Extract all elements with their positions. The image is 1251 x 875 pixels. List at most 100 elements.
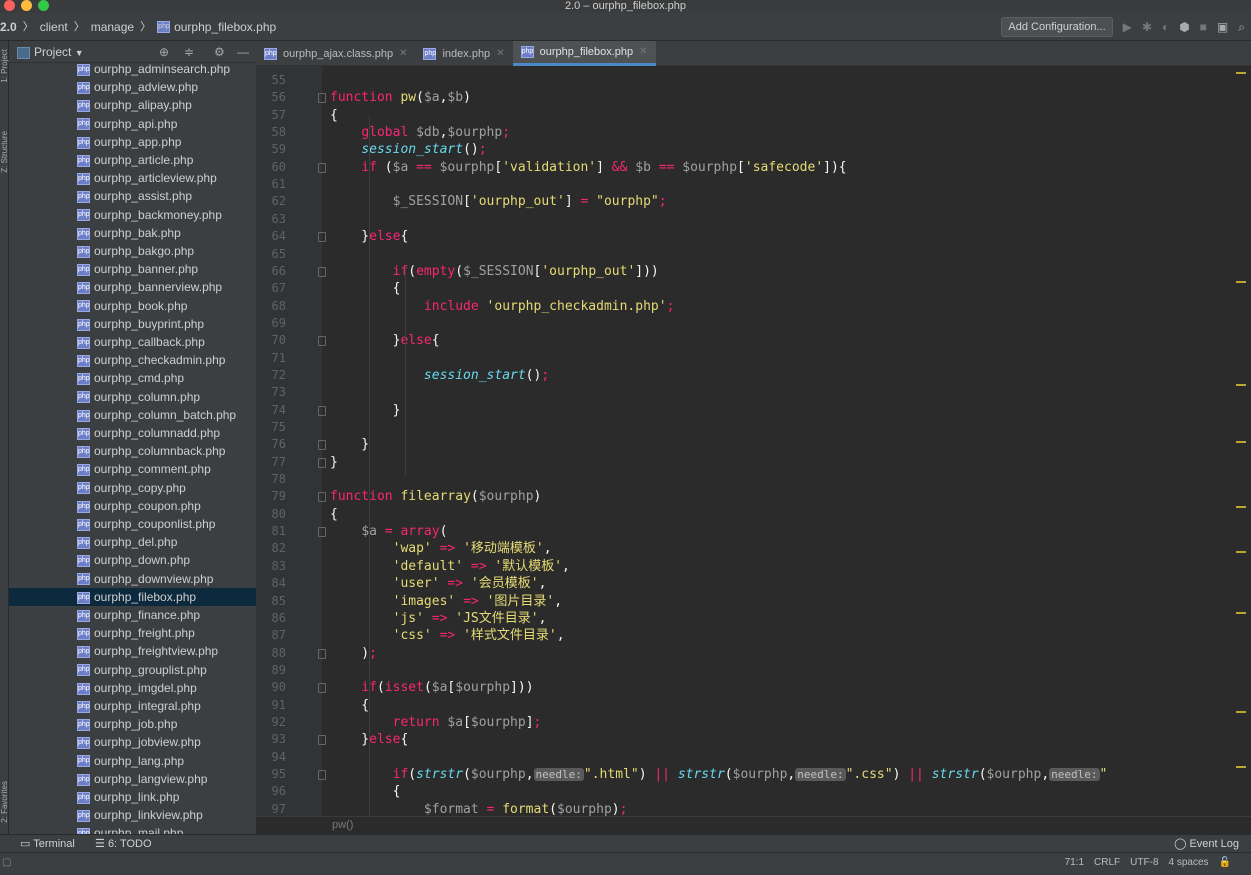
tab-ourphp_filebox-php[interactable]: php ourphp_filebox.php ✕ — [512, 40, 656, 66]
code-line[interactable]: 64 }else{ — [256, 228, 1251, 245]
code-line[interactable]: 57 { — [256, 107, 1251, 124]
tree-item[interactable]: php ourphp_integral.php — [9, 697, 256, 715]
tree-item[interactable]: php ourphp_assist.php — [9, 187, 256, 205]
fold-marker-icon[interactable] — [318, 440, 326, 451]
coverage-icon[interactable]: ◐ — [1162, 13, 1169, 41]
tree-item[interactable]: php ourphp_bannerview.php — [9, 278, 256, 296]
code-line[interactable]: 93 }else{ — [256, 731, 1251, 748]
tree-item[interactable]: php ourphp_callback.php — [9, 333, 256, 351]
code-line[interactable]: 65 — [256, 246, 1251, 263]
tree-item[interactable]: php ourphp_couponlist.php — [9, 515, 256, 533]
minimize-window-button[interactable] — [21, 0, 32, 11]
scrollbar-marker[interactable] — [1236, 711, 1246, 713]
tree-item[interactable]: php ourphp_downview.php — [9, 570, 256, 588]
project-tool-tab[interactable]: 1: Project — [0, 49, 9, 83]
caret-position[interactable]: 71:1 — [1065, 853, 1084, 873]
code-line[interactable]: 60 if ($a == $ourphp['validation'] && $b… — [256, 159, 1251, 176]
tree-item[interactable]: php ourphp_banner.php — [9, 260, 256, 278]
debug-icon[interactable]: ✱ — [1142, 13, 1152, 41]
tree-item[interactable]: php ourphp_grouplist.php — [9, 661, 256, 679]
code-line[interactable]: 84 'user' => '会员模板', — [256, 575, 1251, 592]
indent-setting[interactable]: 4 spaces — [1169, 853, 1209, 873]
code-line[interactable]: 94 — [256, 749, 1251, 766]
tree-item[interactable]: php ourphp_article.php — [9, 151, 256, 169]
code-line[interactable]: 81 $a = array( — [256, 523, 1251, 540]
function-breadcrumb[interactable]: pw() — [256, 816, 1251, 834]
tree-item[interactable]: php ourphp_comment.php — [9, 460, 256, 478]
code-line[interactable]: 86 'js' => 'JS文件目录', — [256, 610, 1251, 627]
lock-icon[interactable]: 🔓 — [1219, 853, 1231, 873]
terminal-tool-button[interactable]: ▭ Terminal — [20, 835, 75, 853]
tree-item[interactable]: php ourphp_app.php — [9, 133, 256, 151]
tree-item[interactable]: php ourphp_coupon.php — [9, 497, 256, 515]
fold-marker-icon[interactable] — [318, 457, 326, 468]
scrollbar-marker[interactable] — [1236, 506, 1246, 508]
favorites-tool-tab[interactable]: 2: Favorites — [0, 781, 9, 823]
profile-icon[interactable]: ⬢ — [1179, 13, 1189, 41]
code-line[interactable]: 63 — [256, 211, 1251, 228]
fold-marker-icon[interactable] — [318, 266, 326, 277]
collapse-all-icon[interactable]: ≑ — [184, 41, 194, 63]
tree-item[interactable]: php ourphp_checkadmin.php — [9, 351, 256, 369]
code-line[interactable]: 96 { — [256, 783, 1251, 800]
code-line[interactable]: 87 'css' => '样式文件目录', — [256, 627, 1251, 644]
tree-item[interactable]: php ourphp_linkview.php — [9, 806, 256, 824]
fold-marker-icon[interactable] — [318, 527, 326, 538]
code-editor[interactable]: 55 56 function pw($a,$b) 57{58 global $db,$… — [256, 66, 1251, 816]
tab-index-php[interactable]: php index.php ✕ — [415, 41, 512, 66]
tree-item[interactable]: php ourphp_book.php — [9, 297, 256, 315]
fold-marker-icon[interactable] — [318, 770, 326, 780]
breadcrumb-client[interactable]: client — [40, 13, 68, 41]
layout-icon[interactable]: ▣ — [1217, 13, 1228, 41]
code-line[interactable]: 95 if(strstr($ourphp, needle: ".html") || … — [256, 766, 1251, 783]
tree-item[interactable]: php ourphp_mail.php — [9, 824, 256, 834]
code-line[interactable]: 55 — [256, 72, 1251, 89]
fold-marker-icon[interactable] — [318, 683, 326, 694]
code-line[interactable]: 59 session_start(); — [256, 141, 1251, 158]
fold-marker-icon[interactable] — [318, 735, 326, 746]
code-line[interactable]: 88 ); — [256, 645, 1251, 662]
close-window-button[interactable] — [4, 0, 15, 11]
scrollbar-marker[interactable] — [1236, 441, 1246, 443]
tree-item[interactable]: php ourphp_api.php — [9, 115, 256, 133]
close-tab-icon[interactable]: ✕ — [639, 40, 647, 64]
scrollbar-marker[interactable] — [1236, 384, 1246, 386]
code-line[interactable]: 92 return $a[$ourphp]; — [256, 714, 1251, 731]
code-line[interactable]: 89 — [256, 662, 1251, 679]
stop-icon[interactable]: ■ — [1200, 13, 1207, 41]
scrollbar-marker[interactable] — [1236, 612, 1246, 614]
locate-icon[interactable]: ⊕ — [159, 41, 169, 63]
tree-item[interactable]: php ourphp_columnback.php — [9, 442, 256, 460]
tree-item[interactable]: php ourphp_freightview.php — [9, 642, 256, 660]
run-icon[interactable]: ▶ — [1123, 13, 1132, 41]
maximize-window-button[interactable] — [38, 0, 49, 11]
tree-item[interactable]: php ourphp_cmd.php — [9, 369, 256, 387]
tree-item[interactable]: php ourphp_alipay.php — [9, 96, 256, 114]
tree-item[interactable]: php ourphp_down.php — [9, 551, 256, 569]
close-tab-icon[interactable]: ✕ — [496, 42, 504, 66]
fold-marker-icon[interactable] — [318, 93, 326, 104]
code-line[interactable]: 83 'default' => '默认模板', — [256, 558, 1251, 575]
code-line[interactable]: 56 function pw($a,$b) — [256, 89, 1251, 106]
tree-item[interactable]: php ourphp_finance.php — [9, 606, 256, 624]
tree-item[interactable]: php ourphp_bakgo.php — [9, 242, 256, 260]
fold-marker-icon[interactable] — [318, 232, 326, 243]
tree-item[interactable]: php ourphp_jobview.php — [9, 733, 256, 751]
search-icon[interactable]: ⌕ — [1238, 13, 1245, 41]
tree-item[interactable]: php ourphp_filebox.php — [9, 587, 256, 606]
tab-ourphp_ajax-class-php[interactable]: php ourphp_ajax.class.php ✕ — [256, 41, 415, 66]
line-separator[interactable]: CRLF — [1094, 853, 1120, 873]
code-line[interactable]: 58 global $db,$ourphp; — [256, 124, 1251, 141]
todo-tool-button[interactable]: ☰ 6: TODO — [95, 835, 152, 853]
gear-icon[interactable]: ⚙ — [214, 41, 225, 63]
scrollbar-marker[interactable] — [1236, 281, 1246, 283]
add-configuration-button[interactable]: Add Configuration... — [1001, 17, 1113, 37]
tree-item[interactable]: php ourphp_lang.php — [9, 752, 256, 770]
code-line[interactable]: 82 'wap' => '移动端模板', — [256, 540, 1251, 557]
fold-marker-icon[interactable] — [318, 162, 326, 173]
tree-item[interactable]: php ourphp_column_batch.php — [9, 406, 256, 424]
breadcrumb-project[interactable]: 2.0 — [0, 13, 17, 41]
code-line[interactable]: 79 function filearray($ourphp) — [256, 488, 1251, 505]
tree-item[interactable]: php ourphp_link.php — [9, 788, 256, 806]
tree-item[interactable]: php ourphp_articleview.php — [9, 169, 256, 187]
